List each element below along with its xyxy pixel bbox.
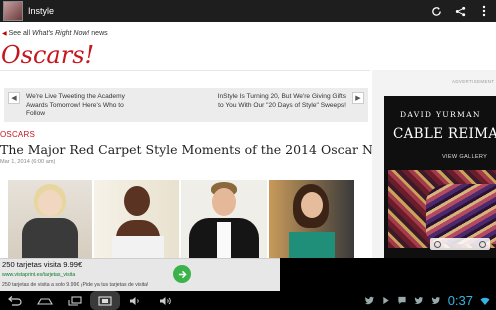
twitter-notification-icon (364, 296, 374, 305)
banner-ad[interactable]: 250 tarjetas visita 9.99€ www.vistaprint… (0, 258, 280, 291)
article-photo[interactable] (8, 180, 92, 258)
advertisement-label: ADVERTISEMENT (452, 79, 495, 84)
share-icon[interactable] (451, 2, 469, 20)
volume-down-button[interactable] (120, 291, 150, 310)
article-photo[interactable] (93, 180, 180, 258)
home-icon (37, 297, 53, 305)
back-icon (8, 295, 22, 306)
back-to-news-link[interactable]: ◀ See all What's Right Now! news (2, 30, 108, 37)
zoom-in-icon[interactable] (479, 240, 486, 248)
home-nav-button[interactable] (30, 291, 60, 310)
recent-apps-button[interactable] (60, 291, 90, 310)
divider (0, 70, 370, 71)
ad-brand: DAVID YURMAN (400, 110, 481, 119)
banner-ad-description: 250 tarjetas de visita a solo 9.99€ ¡Pid… (2, 282, 149, 288)
page-title: Oscars! (1, 41, 95, 69)
article-page: ◀ See all What's Right Now! news Oscars! … (0, 22, 496, 258)
action-bar: Instyle (0, 0, 496, 22)
twitter-notification-icon-3 (431, 297, 440, 304)
next-story-button[interactable]: ▶ (350, 88, 366, 122)
story-pager: ◀ We're Live Tweeting the Academy Awards… (4, 88, 368, 122)
back-nav-button[interactable] (0, 291, 30, 310)
article-category[interactable]: OSCARS (0, 130, 35, 139)
app-title: Instyle (28, 6, 55, 16)
overflow-menu-icon[interactable] (475, 2, 493, 20)
recent-apps-icon (68, 295, 82, 306)
wifi-icon (480, 297, 490, 305)
chevron-left-icon: ◀ (8, 92, 20, 104)
zoom-out-icon[interactable] (434, 240, 441, 248)
ad-product: CABLE REIMA (393, 126, 496, 142)
article-headline: The Major Red Carpet Style Moments of th… (0, 142, 426, 157)
app-logo-icon[interactable] (3, 1, 23, 21)
banner-ad-url[interactable]: www.vistaprint.es/tarjetas_visita (2, 272, 75, 278)
previous-story-link[interactable]: We're Live Tweeting the Academy Awards T… (26, 93, 141, 119)
action-bar-actions (424, 2, 496, 20)
volume-up-icon (159, 296, 171, 305)
article-photo[interactable] (181, 180, 267, 258)
play-notification-icon (382, 296, 389, 305)
screenshot-button[interactable] (90, 291, 120, 310)
previous-story-button[interactable]: ◀ (6, 88, 22, 122)
screenshot-icon (98, 295, 112, 306)
arrow-right-icon (178, 270, 187, 278)
refresh-icon[interactable] (427, 2, 445, 20)
banner-ad-go-button[interactable] (173, 265, 191, 283)
next-story-link[interactable]: InStyle Is Turning 20, But We're Giving … (216, 93, 346, 110)
back-link-text[interactable]: What's Right Now! (32, 30, 89, 37)
ad-image-detail (426, 184, 496, 244)
status-area[interactable]: 0:37 (364, 293, 496, 308)
chat-notification-icon (398, 296, 406, 305)
sidebar-ad[interactable]: DAVID YURMAN CABLE REIMA VIEW GALLERY (384, 96, 496, 258)
ad-zoom-controls[interactable] (430, 238, 490, 250)
article-photo-strip (8, 180, 355, 258)
twitter-notification-icon-2 (414, 297, 423, 304)
volume-up-button[interactable] (150, 291, 180, 310)
system-bar: 0:37 (0, 291, 496, 310)
chevron-right-icon: ▶ (352, 92, 364, 104)
view-gallery-link[interactable]: VIEW GALLERY (442, 154, 487, 160)
banner-ad-title: 250 tarjetas visita 9.99€ (2, 260, 83, 269)
article-date: Mar 1, 2014 (6:00 am) (0, 159, 56, 165)
back-arrow-icon: ◀ (2, 31, 7, 37)
status-clock: 0:37 (447, 293, 473, 308)
sidebar: ADVERTISEMENT DAVID YURMAN CABLE REIMA V… (372, 70, 496, 258)
volume-down-icon (130, 296, 139, 305)
article-photo[interactable] (268, 180, 355, 258)
